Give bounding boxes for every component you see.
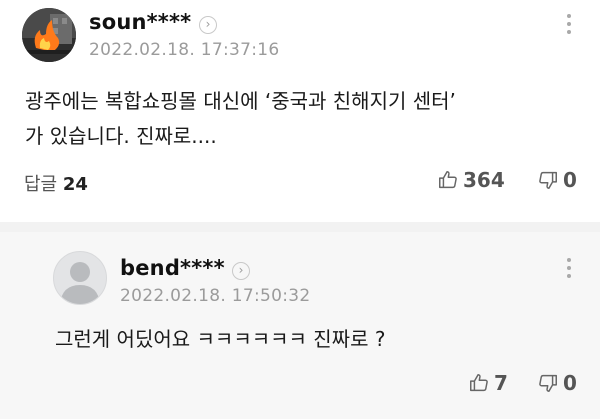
reply-text: 그런게 어딨어요 ㅋㅋㅋㅋㅋㅋ 진짜로 ? xyxy=(55,327,386,351)
avatar[interactable] xyxy=(53,251,107,305)
dislike-count: 0 xyxy=(563,371,577,395)
thumbs-down-icon xyxy=(539,171,557,189)
thumbs-down-icon xyxy=(539,374,557,392)
like-button[interactable]: 7 xyxy=(468,371,508,395)
like-count: 7 xyxy=(494,371,508,395)
avatar-photo xyxy=(22,8,76,62)
comment-timestamp: 2022.02.18. 17:37:16 xyxy=(89,40,280,60)
like-button[interactable]: 364 xyxy=(437,168,505,192)
more-options-icon[interactable] xyxy=(564,14,574,38)
reply-label: 답글 xyxy=(24,174,58,195)
chevron-right-icon[interactable]: › xyxy=(232,262,250,280)
person-silhouette-icon xyxy=(60,262,100,304)
reply-toggle[interactable]: 답글 24 xyxy=(24,170,88,196)
reply-timestamp: 2022.02.18. 17:50:32 xyxy=(120,286,311,306)
reply-username[interactable]: bend**** xyxy=(120,256,225,280)
avatar[interactable] xyxy=(22,8,76,62)
dislike-button[interactable]: 0 xyxy=(537,168,577,192)
comment-username[interactable]: soun**** xyxy=(89,10,191,34)
thumbs-up-icon xyxy=(439,171,457,189)
comment-text-line2: 가 있습니다. 진짜로.... xyxy=(25,124,217,148)
reply-count: 24 xyxy=(62,174,88,195)
comment-text-line1: 광주에는 복합쇼핑몰 대신에 ‘중국과 친해지기 센터’ xyxy=(25,89,456,113)
thumbs-up-icon xyxy=(470,374,488,392)
more-options-icon[interactable] xyxy=(564,258,574,282)
divider xyxy=(0,222,600,232)
like-count: 364 xyxy=(463,168,505,192)
dislike-count: 0 xyxy=(563,168,577,192)
dislike-button[interactable]: 0 xyxy=(537,371,577,395)
comment-card: soun**** › 2022.02.18. 17:37:16 광주에는 복합쇼… xyxy=(0,0,600,222)
chevron-right-icon[interactable]: › xyxy=(199,16,217,34)
reply-card: bend**** › 2022.02.18. 17:50:32 그런게 어딨어요… xyxy=(0,232,600,419)
